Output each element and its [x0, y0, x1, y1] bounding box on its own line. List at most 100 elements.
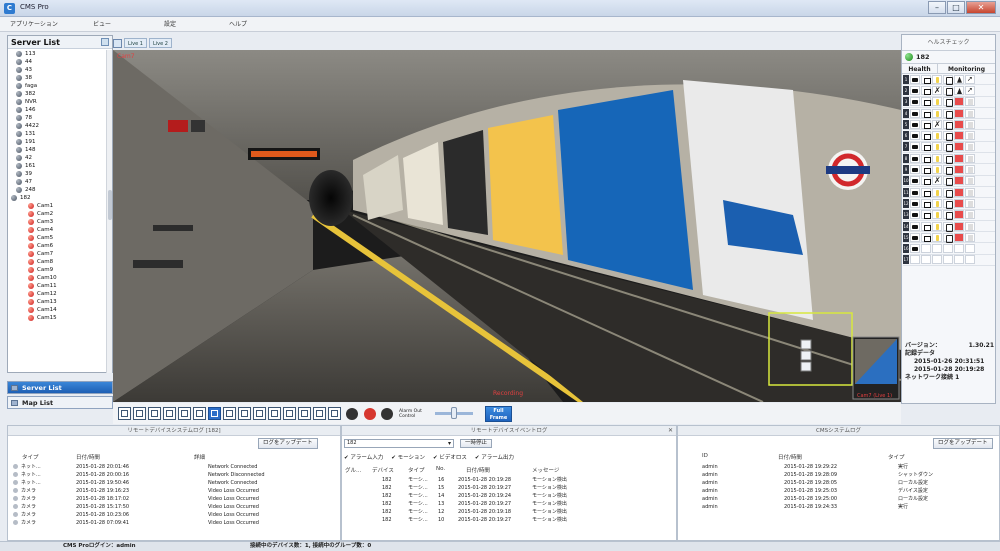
menu-view[interactable]: ビュー [68, 17, 136, 31]
layout-icon[interactable] [113, 38, 122, 48]
tree-server-item[interactable]: 248 [8, 186, 107, 194]
tree-server-item[interactable]: 148 [8, 146, 107, 154]
tree-camera-item[interactable]: Cam5 [8, 234, 107, 242]
log-row[interactable]: ネット... 2015-01-28 20:00:16 Network Disconn… [8, 471, 334, 479]
layout-10-button[interactable] [193, 407, 206, 420]
server-list-scrollbar[interactable] [106, 50, 112, 373]
log-row[interactable]: カメラ 2015-01-28 19:16:23 Video Loss Occurre… [8, 487, 334, 495]
alarm-out-control-label[interactable]: Alarm Out Control [399, 409, 429, 419]
volume-slider[interactable] [435, 407, 473, 419]
close-event-log-icon[interactable]: ✕ [668, 426, 673, 436]
tree-camera-item[interactable]: Cam4 [8, 226, 107, 234]
log-row[interactable]: admin 2015-01-28 19:24:33 実行 [678, 503, 998, 511]
filter-alarm-out[interactable]: ✔ アラーム出力 [475, 453, 514, 461]
tab-live-1[interactable]: Live 1 [124, 38, 147, 48]
sequence-button[interactable] [313, 407, 326, 420]
live-video-view[interactable]: Recording Cam7 Cam7 (Live 1) [113, 50, 901, 402]
close-button[interactable]: ✕ [966, 1, 996, 14]
layout-36-button[interactable] [283, 407, 296, 420]
tab-map-list[interactable]: Map List [7, 396, 113, 409]
layout-16-button[interactable] [223, 407, 236, 420]
tree-server-item[interactable]: 39 [8, 170, 107, 178]
tree-server-item[interactable]: 78 [8, 114, 107, 122]
tree-camera-item[interactable]: Cam11 [8, 282, 107, 290]
layout-8-button[interactable] [163, 407, 176, 420]
log-row[interactable]: admin 2015-01-28 19:28:05 ローカル設定 [678, 479, 998, 487]
tree-server-item[interactable]: 161 [8, 162, 107, 170]
minimize-button[interactable]: – [928, 1, 946, 14]
layout-20-button[interactable] [238, 407, 251, 420]
tree-camera-item[interactable]: Cam12 [8, 290, 107, 298]
log-row[interactable]: 182 モーシ... 12 2015-01-28 20:19:18 モーション検出 [342, 508, 672, 516]
tree-camera-item[interactable]: Cam6 [8, 242, 107, 250]
log-row[interactable]: カメラ 2015-01-28 15:17:50 Video Loss Occurre… [8, 503, 334, 511]
layout-6-button[interactable] [148, 407, 161, 420]
log-row[interactable]: 182 モーシ... 13 2015-01-28 20:19:27 モーション検出 [342, 500, 672, 508]
full-frame-button[interactable]: Full Frame [485, 405, 512, 422]
tree-camera-item[interactable]: Cam3 [8, 218, 107, 226]
tab-server-list[interactable]: Server List [7, 381, 113, 394]
log-row[interactable]: ネット... 2015-01-28 19:50:46 Network Connect… [8, 479, 334, 487]
audio-icon[interactable] [346, 407, 358, 420]
log-row[interactable]: admin 2015-01-28 19:28:09 シャットダウン [678, 471, 998, 479]
device-select[interactable]: 182 [344, 439, 454, 448]
layout-1-button[interactable] [118, 407, 131, 420]
tree-server-item[interactable]: 146 [8, 106, 107, 114]
brightness-icon[interactable] [381, 407, 393, 420]
log-row[interactable]: admin 2015-01-28 19:29:22 実行 [678, 463, 998, 471]
refresh-icon[interactable] [101, 38, 109, 46]
tree-server-item[interactable]: 47 [8, 178, 107, 186]
tree-server-item[interactable]: 113 [8, 50, 107, 58]
layout-13-button[interactable] [208, 407, 221, 420]
filter-motion[interactable]: ✔ モーション [391, 453, 425, 461]
log-row[interactable]: admin 2015-01-28 19:25:03 デバイス設定 [678, 487, 998, 495]
tree-server-item[interactable]: NVR [8, 98, 107, 106]
record-icon[interactable] [364, 407, 376, 420]
tree-server-item[interactable]: 43 [8, 66, 107, 74]
fullscreen-icon[interactable] [328, 407, 341, 420]
tree-server-item[interactable]: 42 [8, 154, 107, 162]
tree-server-item[interactable]: 38 [8, 74, 107, 82]
log-row[interactable]: 182 モーシ... 15 2015-01-28 20:19:27 モーション検出 [342, 484, 672, 492]
log-row[interactable]: カメラ 2015-01-28 07:09:41 Video Loss Occurre… [8, 519, 334, 527]
log-row[interactable]: ネット... 2015-01-28 20:01:46 Network Connect… [8, 463, 334, 471]
layout-9-button[interactable] [178, 407, 191, 420]
log-row[interactable]: admin 2015-01-28 19:25:00 ローカル設定 [678, 495, 998, 503]
menu-help[interactable]: ヘルプ [204, 17, 272, 31]
menu-settings[interactable]: 設定 [136, 17, 204, 31]
tree-server-item[interactable]: 131 [8, 130, 107, 138]
layout-32-button[interactable] [268, 407, 281, 420]
layout-64-button[interactable] [298, 407, 311, 420]
log-row[interactable]: 182 モーシ... 10 2015-01-28 20:19:27 モーション検出 [342, 516, 672, 524]
pause-button[interactable]: 一時停止 [460, 439, 493, 448]
tree-server-item[interactable]: 4422 [8, 122, 107, 130]
log-row[interactable]: 182 モーシ... 14 2015-01-28 20:19:24 モーション検出 [342, 492, 672, 500]
tree-camera-item[interactable]: Cam14 [8, 306, 107, 314]
tree-camera-item[interactable]: Cam8 [8, 258, 107, 266]
menu-application[interactable]: アプリケーション [0, 17, 68, 31]
tab-live-2[interactable]: Live 2 [148, 38, 172, 48]
filter-video-loss[interactable]: ✔ ビデオロス [433, 453, 467, 461]
tree-server-item[interactable]: 191 [8, 138, 107, 146]
layout-25-button[interactable] [253, 407, 266, 420]
tree-camera-item[interactable]: Cam15 [8, 314, 107, 322]
tree-camera-item[interactable]: Cam7 [8, 250, 107, 258]
update-system-log-button[interactable]: ログをアップデート [258, 438, 318, 449]
tree-server-item[interactable]: 44 [8, 58, 107, 66]
tree-camera-item[interactable]: Cam10 [8, 274, 107, 282]
health-server-row[interactable]: 182 [902, 51, 995, 63]
layout-4-button[interactable] [133, 407, 146, 420]
filter-alarm-in[interactable]: ✔ アラーム入力 [344, 453, 383, 461]
tree-camera-item[interactable]: Cam2 [8, 210, 107, 218]
tree-server-item[interactable]: 382 [8, 90, 107, 98]
log-row[interactable]: 182 モーシ... 16 2015-01-28 20:19:28 モーション検出 [342, 476, 672, 484]
tree-camera-item[interactable]: Cam1 [8, 202, 107, 210]
maximize-button[interactable]: □ [947, 1, 965, 14]
tree-camera-item[interactable]: Cam13 [8, 298, 107, 306]
tree-server-item[interactable]: faga [8, 82, 107, 90]
log-row[interactable]: カメラ 2015-01-28 18:17:02 Video Loss Occurre… [8, 495, 334, 503]
log-row[interactable]: カメラ 2015-01-28 10:23:06 Video Loss Occurre… [8, 511, 334, 519]
slider-knob[interactable] [451, 407, 457, 419]
tree-camera-item[interactable]: Cam9 [8, 266, 107, 274]
tree-server-item[interactable]: 182 [8, 194, 107, 202]
